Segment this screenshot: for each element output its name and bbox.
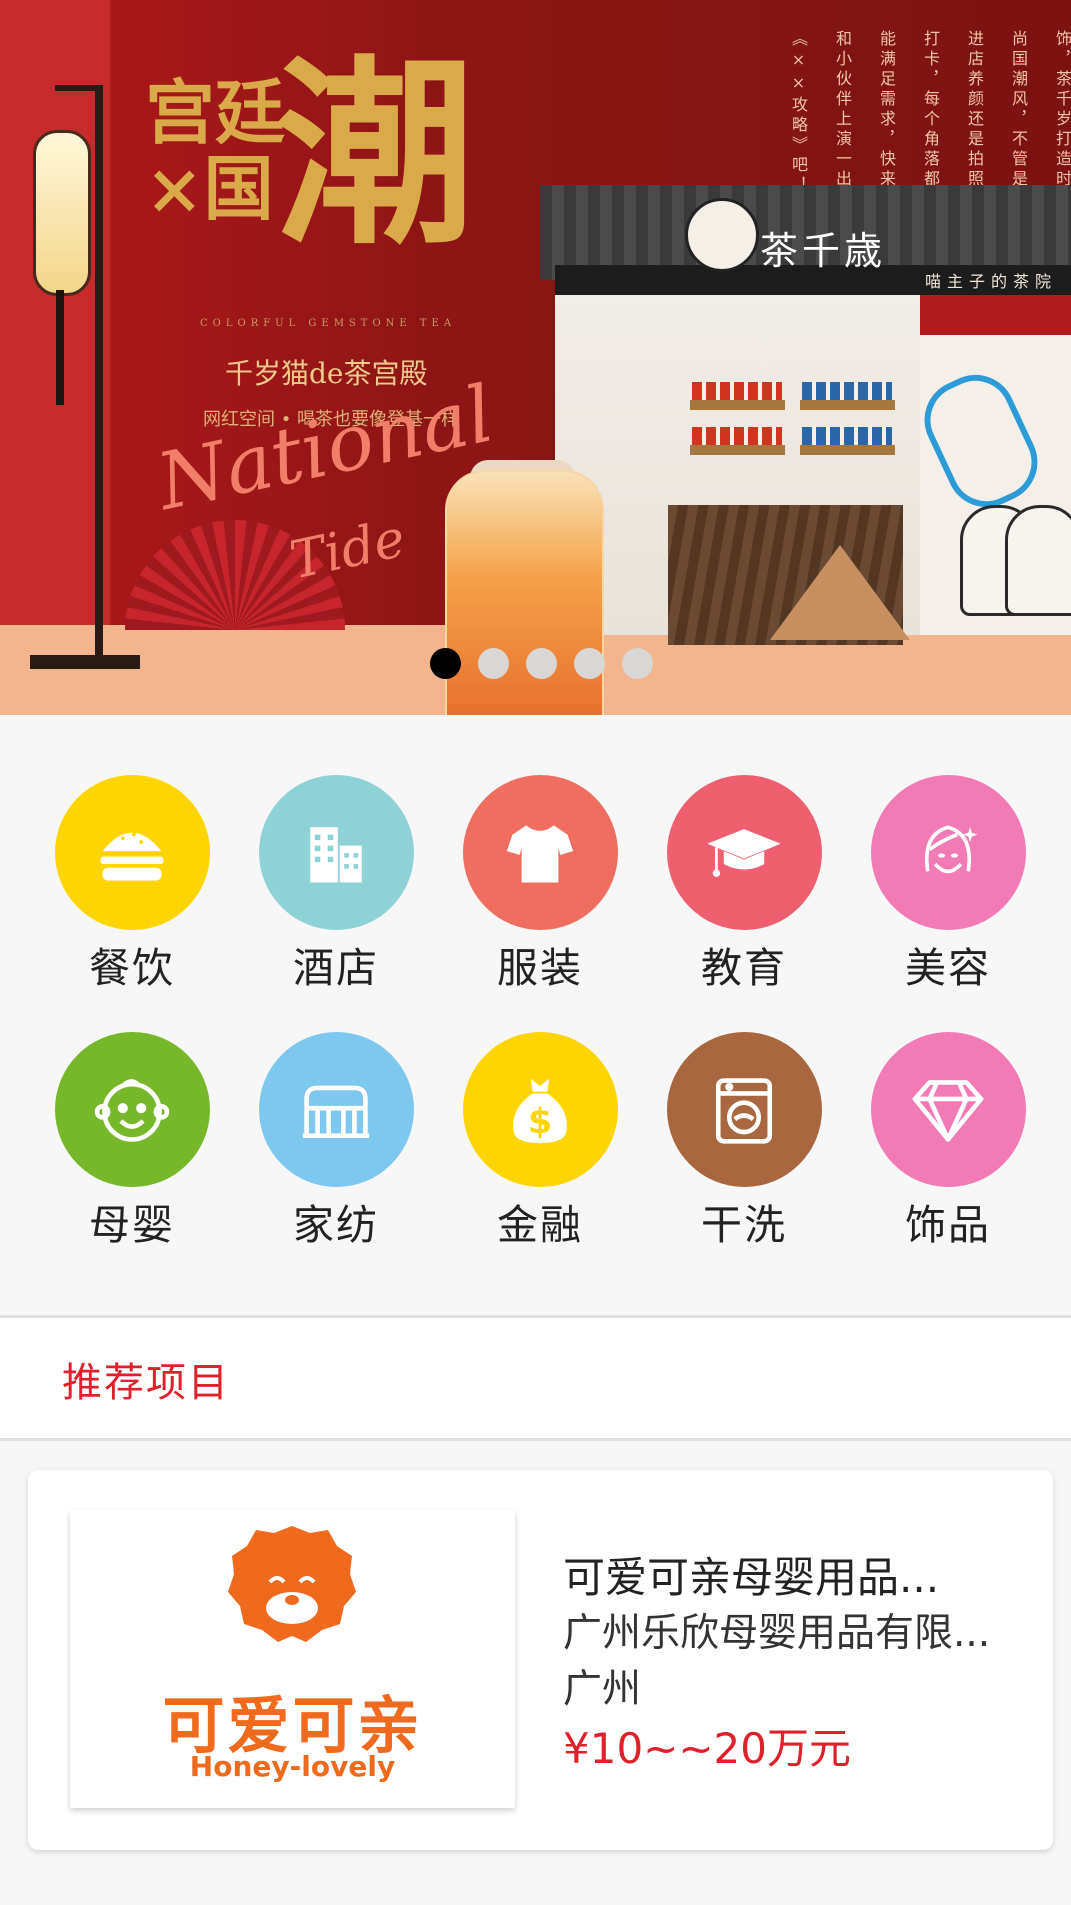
washing-machine-icon: [715, 1077, 773, 1144]
project-company: 广州乐欣母婴用品有限...: [563, 1611, 991, 1656]
project-title: 可爱可亲母婴用品...: [563, 1553, 940, 1602]
category-label: 酒店: [293, 944, 379, 992]
shop-slogan: 喵主子的茶院: [925, 272, 1058, 291]
counter-triangle: [770, 545, 910, 640]
bed-icon: [302, 1085, 370, 1138]
banner-vertical-text: 饰，茶千岁打造时: [1053, 30, 1071, 190]
carousel-dot[interactable]: [478, 648, 509, 679]
shelf: [800, 445, 895, 455]
lantern-tassel: [56, 290, 64, 405]
shelf-cups: [692, 427, 782, 445]
banner-subtitle: 千岁猫de茶宫殿: [225, 357, 428, 390]
banner-vertical-text: 尚国潮风，不管是: [1009, 30, 1028, 190]
category-finance[interactable]: $ 金融: [460, 1032, 620, 1262]
money-bag-icon: $: [513, 1078, 567, 1143]
lantern-icon: [33, 130, 91, 296]
divider: [0, 1438, 1071, 1441]
project-city: 广州: [563, 1667, 642, 1712]
lantern-base: [30, 655, 140, 669]
banner-vertical-text: 进店养颜还是拍照: [965, 30, 984, 190]
project-price: ¥10~~20万元: [563, 1724, 851, 1773]
category-hotel[interactable]: 酒店: [256, 775, 416, 1005]
category-icon-circle: [666, 1032, 822, 1187]
category-jewelry[interactable]: 饰品: [868, 1032, 1028, 1262]
category-grid: 餐饮 酒店 服装 教育 美容 母婴 家纺 $ 金融 干洗 饰品: [0, 715, 1071, 1315]
svg-text:$: $: [528, 1102, 552, 1142]
banner-headline: 宫廷×国 潮: [145, 35, 525, 305]
banner-gemstone-text: COLORFUL GEMSTONE TEA: [200, 318, 457, 329]
shop-logo-icon: [685, 198, 759, 272]
category-education[interactable]: 教育: [664, 775, 824, 1005]
category-label: 教育: [701, 944, 787, 992]
category-label: 家纺: [293, 1201, 379, 1249]
category-icon-circle: [870, 775, 1026, 930]
red-lantern-ceiling: [920, 295, 1071, 335]
graduation-cap-icon: [707, 828, 781, 877]
shirt-icon: [506, 824, 574, 882]
promo-banner[interactable]: 宫廷×国 潮 COLORFUL GEMSTONE TEA 千岁猫de茶宫殿 网红…: [0, 0, 1071, 715]
banner-vertical-text: 和小伙伴上演一出: [833, 30, 852, 190]
carousel-dot[interactable]: [622, 648, 653, 679]
category-label: 金融: [497, 1201, 583, 1249]
logo-english-text: Honey-lovely: [189, 1750, 396, 1783]
shelf-cups: [802, 382, 892, 400]
diamond-icon: [912, 1079, 984, 1142]
carousel-dot[interactable]: [526, 648, 557, 679]
category-label: 干洗: [701, 1201, 787, 1249]
shelf: [690, 400, 785, 410]
lantern-pole: [95, 85, 103, 665]
shelf-cups: [692, 382, 782, 400]
category-beauty[interactable]: 美容: [868, 775, 1028, 1005]
burger-icon: [100, 832, 164, 881]
category-maternity[interactable]: 母婴: [52, 1032, 212, 1262]
category-icon-circle: [462, 775, 618, 930]
category-icon-circle: [258, 1032, 414, 1187]
woman-face-icon: [925, 824, 978, 873]
headline-big: 潮: [275, 37, 476, 272]
category-clothing[interactable]: 服装: [460, 775, 620, 1005]
category-label: 餐饮: [89, 944, 175, 992]
carousel-dot[interactable]: [430, 648, 461, 679]
banner-vertical-text: 《××攻略》吧！: [789, 30, 808, 196]
project-card[interactable]: 可爱可亲 Honey-lovely 可爱可亲母婴用品... 广州乐欣母婴用品有限…: [28, 1470, 1053, 1850]
mascot-figure: [1005, 505, 1071, 616]
category-icon-circle: [258, 775, 414, 930]
category-label: 服装: [497, 944, 583, 992]
category-icon-circle: [666, 775, 822, 930]
category-label: 母婴: [89, 1201, 175, 1249]
shop-name: 茶千歳: [760, 229, 887, 273]
building-icon: [310, 826, 362, 882]
category-label: 饰品: [905, 1201, 991, 1249]
category-dining[interactable]: 餐饮: [52, 775, 212, 1005]
section-title: 推荐项目: [62, 1360, 230, 1406]
category-label: 美容: [905, 944, 991, 992]
category-icon-circle: $: [462, 1032, 618, 1187]
baby-face-icon: [94, 1078, 170, 1142]
project-logo: 可爱可亲 Honey-lovely: [70, 1510, 515, 1808]
banner-vertical-text: 能满足需求，快来: [877, 30, 896, 190]
shelf: [800, 400, 895, 410]
project-info: 可爱可亲母婴用品... 广州乐欣母婴用品有限... 广州 ¥10~~20万元: [563, 1550, 1033, 1780]
banner-tide-text: Tide: [285, 508, 411, 592]
banner-wall: [0, 0, 110, 715]
banner-vertical-text: 打卡，每个角落都: [921, 30, 940, 190]
category-icon-circle: [54, 1032, 210, 1187]
shelf-cups: [802, 427, 892, 445]
category-icon-circle: [870, 1032, 1026, 1187]
category-home-textile[interactable]: 家纺: [256, 1032, 416, 1262]
carousel-dot[interactable]: [574, 648, 605, 679]
category-dry-cleaning[interactable]: 干洗: [664, 1032, 824, 1262]
recommended-section-header: 推荐项目: [0, 1318, 1071, 1438]
carousel-dots[interactable]: [430, 648, 653, 679]
category-icon-circle: [54, 775, 210, 930]
shelf: [690, 445, 785, 455]
